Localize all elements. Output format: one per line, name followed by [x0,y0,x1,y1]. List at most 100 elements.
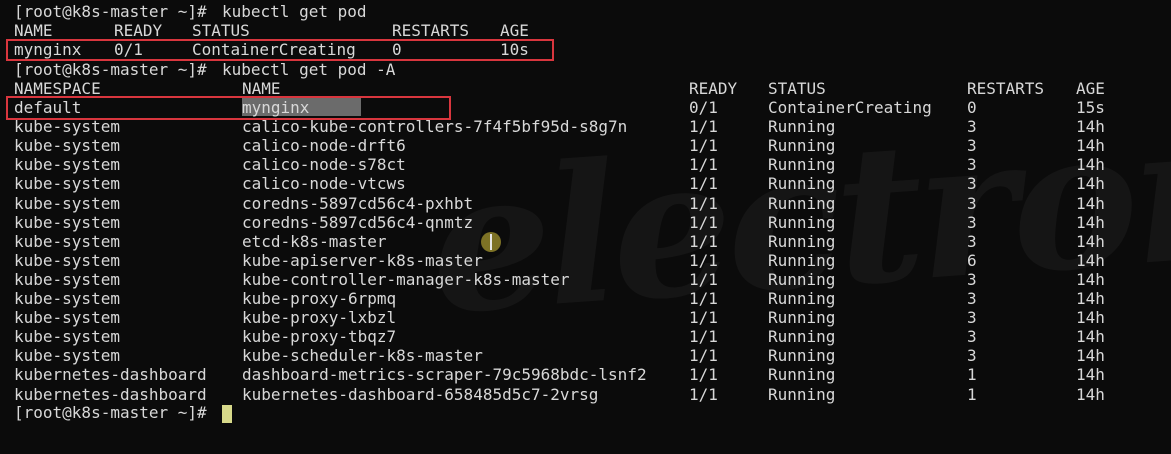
pod-age: 14h [1076,174,1105,194]
pod-name: kubernetes-dashboard-658485d5c7-2vrsg [242,384,599,404]
mouse-ibeam-cursor-icon [481,232,501,252]
terminal-window[interactable]: electron [root@k8s-master ~]# kubectl ge… [0,0,1171,454]
pod-namespace: kube-system [14,250,120,270]
pod-restarts: 6 [967,250,977,270]
pod-ready: 1/1 [689,155,718,175]
pod-restarts: 3 [967,327,977,347]
pod-name: etcd-k8s-master [242,231,387,251]
header-ready: READY [689,79,738,98]
pod-age: 14h [1076,384,1105,404]
pod-ready: 1/1 [689,289,718,308]
pod-ready: 1/1 [689,117,718,137]
pod-status: Running [768,269,836,289]
pod-status: Running [768,174,836,194]
pod-ready: 1/1 [689,231,718,251]
pod-name: kube-controller-manager-k8s-master [242,269,570,289]
pod-restarts: 3 [967,117,977,137]
header-restarts: RESTARTS [392,21,470,40]
pod-ready: 1/1 [689,250,718,270]
pod-namespace: kube-system [14,327,120,347]
pod-name: dashboard-metrics-scraper-79c5968bdc-lsn… [242,365,647,385]
pod-restarts: 0 [967,98,977,117]
pod-name: calico-node-s78ct [242,155,406,175]
pod-namespace: kubernetes-dashboard [14,365,207,385]
pod-ready: 1/1 [689,136,718,156]
header-ready: READY [114,21,163,40]
header-name: NAME [14,21,53,40]
pod-status: ContainerCreating [768,98,932,117]
pod-status: Running [768,212,836,232]
pod-ready: 0/1 [689,98,718,117]
command-line-1: [root@k8s-master ~]# kubectl get pod [14,2,367,21]
pod-status: Running [768,193,836,213]
pod-namespace: kube-system [14,193,120,213]
pod-namespace: kube-system [14,231,120,251]
pod-ready: 1/1 [689,174,718,194]
pod-status: Running [768,327,836,347]
header-age: AGE [500,21,529,40]
command-text: kubectl get pod [222,2,367,21]
pod-age: 14h [1076,117,1105,137]
pod-restarts: 3 [967,308,977,328]
pod-age: 14h [1076,250,1105,270]
header-restarts: RESTARTS [967,79,1045,98]
pod-name: kube-apiserver-k8s-master [242,250,483,270]
pod-status: Running [768,250,836,270]
shell-prompt: [root@k8s-master ~]# [14,60,217,79]
shell-prompt: [root@k8s-master ~]# [14,2,217,21]
pod-age: 14h [1076,289,1105,308]
pod-ready: 1/1 [689,308,718,328]
pod-ready: 1/1 [689,365,718,385]
pod-restarts: 3 [967,346,977,366]
pod-name: kube-proxy-tbqz7 [242,327,397,347]
shell-prompt: [root@k8s-master ~]# [14,403,217,422]
pod-namespace: kube-system [14,289,120,308]
pod-name: calico-node-drft6 [242,136,406,156]
pod-age: 14h [1076,212,1105,232]
pod-restarts: 3 [967,136,977,156]
pod-status: Running [768,384,836,404]
pod-restarts: 3 [967,155,977,175]
pod-status: Running [768,136,836,156]
pod-status: Running [768,155,836,175]
pod-status: Running [768,308,836,328]
command-line-3[interactable]: [root@k8s-master ~]# [14,403,207,422]
highlight-box-row1 [6,39,554,61]
pod-age: 15s [1076,98,1105,117]
pod-ready: 1/1 [689,193,718,213]
pod-name: coredns-5897cd56c4-qnmtz [242,212,474,232]
pod-namespace: kube-system [14,174,120,194]
header-status: STATUS [768,79,826,98]
command-line-2: [root@k8s-master ~]# kubectl get pod -A [14,60,395,79]
pod-name: coredns-5897cd56c4-pxhbt [242,193,474,213]
pod-status: Running [768,231,836,251]
pod-age: 14h [1076,155,1105,175]
pod-namespace: kube-system [14,308,120,328]
pod-age: 14h [1076,193,1105,213]
pod-namespace: kube-system [14,136,120,156]
pod-name: kube-scheduler-k8s-master [242,346,483,366]
pod-namespace: kube-system [14,212,120,232]
pod-ready: 1/1 [689,346,718,366]
pod-status: Running [768,117,836,137]
pod-namespace: kube-system [14,269,120,289]
text-cursor [222,405,232,423]
pod-age: 14h [1076,231,1105,251]
pod-age: 14h [1076,327,1105,347]
pod-status: Running [768,365,836,385]
pod-ready: 1/1 [689,212,718,232]
pod-name: calico-node-vtcws [242,174,406,194]
pod-restarts: 3 [967,193,977,213]
pod-restarts: 3 [967,231,977,251]
pod-restarts: 1 [967,365,977,385]
command-text: kubectl get pod -A [222,60,396,79]
pod-restarts: 3 [967,212,977,232]
pod-restarts: 3 [967,289,977,308]
pod-status: Running [768,346,836,366]
pod-name: kube-proxy-6rpmq [242,289,397,308]
table1-header: NAME READY STATUS RESTARTS AGE [14,21,529,40]
pod-namespace: kube-system [14,155,120,175]
header-status: STATUS [192,21,250,40]
pod-age: 14h [1076,308,1105,328]
pod-age: 14h [1076,136,1105,156]
